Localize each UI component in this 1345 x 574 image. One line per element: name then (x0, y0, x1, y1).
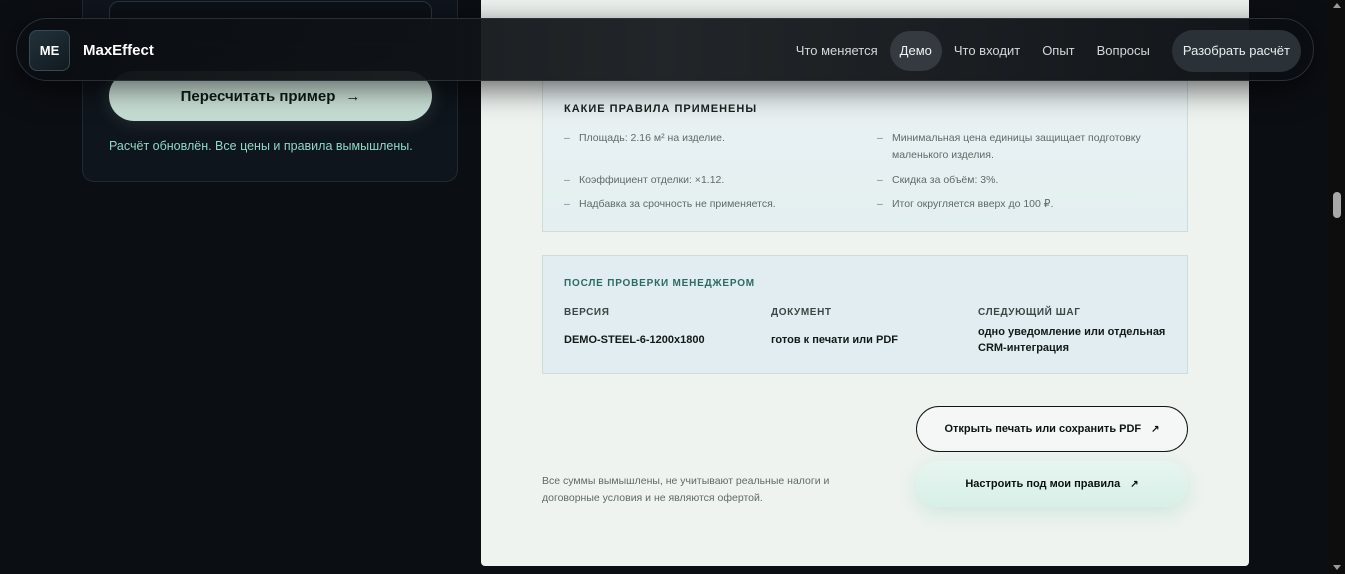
page-scrollbar[interactable] (1329, 0, 1345, 574)
version-column-head: ВЕРСИЯ (564, 307, 610, 318)
nav-link-demo[interactable]: Демо (889, 30, 942, 71)
manager-review-box: ПОСЛЕ ПРОВЕРКИ МЕНЕДЖЕРОМ ВЕРСИЯ ДОКУМЕН… (542, 255, 1188, 374)
customize-rules-button[interactable]: Настроить под мои правила ↗ (916, 461, 1188, 507)
dash-icon: – (877, 198, 883, 210)
disclaimer-text: Все суммы вымышлены, не учитывают реальн… (542, 475, 830, 504)
rule-item: – Скидка за объём: 3%. (877, 172, 1167, 189)
dash-icon: – (564, 174, 570, 186)
nav-link-included[interactable]: Что входит (944, 31, 1030, 71)
dash-icon: – (564, 198, 570, 210)
next-step-column-head: СЛЕДУЮЩИЙ ШАГ (978, 307, 1081, 318)
estimate-document: КАКИЕ ПРАВИЛА ПРИМЕНЕНЫ – Площадь: 2.16 … (481, 0, 1249, 566)
nav-link-faq[interactable]: Вопросы (1087, 31, 1160, 71)
applied-rules-box: КАКИЕ ПРАВИЛА ПРИМЕНЕНЫ – Площадь: 2.16 … (542, 78, 1188, 232)
dash-icon: – (877, 174, 883, 186)
print-button-label: Открыть печать или сохранить PDF (944, 423, 1142, 435)
customize-button-label: Настроить под мои правила (965, 478, 1121, 490)
recalculate-button-label: Пересчитать пример (180, 87, 336, 105)
logo-mark[interactable]: ME (29, 30, 70, 71)
scroll-down-arrow-icon[interactable] (1333, 565, 1341, 570)
external-link-icon: ↗ (1130, 478, 1139, 490)
version-value: DEMO-STEEL-6-1200x1800 (564, 334, 705, 346)
nav-link-changes[interactable]: Что меняется (786, 31, 888, 71)
external-link-icon: ↗ (1151, 423, 1160, 435)
top-navbar: ME MaxEffect Что меняется Демо Что входи… (16, 18, 1314, 81)
nav-links: Что меняется Демо Что входит Опыт Вопрос… (786, 19, 1313, 82)
analyze-calculation-button[interactable]: Разобрать расчёт (1171, 29, 1301, 72)
rule-item: – Надбавка за срочность не применяется. (564, 196, 864, 213)
rule-item: – Итог округляется вверх до 100 ₽. (877, 196, 1167, 213)
arrow-right-icon: → (345, 87, 361, 105)
rule-item: – Минимальная цена единицы защищает подг… (877, 130, 1167, 164)
rule-item: – Коэффициент отделки: ×1.12. (564, 172, 864, 189)
nav-link-experience[interactable]: Опыт (1032, 31, 1084, 71)
rule-item: – Площадь: 2.16 м² на изделие. (564, 130, 864, 147)
scroll-up-arrow-icon[interactable] (1333, 3, 1341, 8)
dash-icon: – (564, 132, 570, 144)
document-value: готов к печати или PDF (771, 334, 898, 346)
brand-name[interactable]: MaxEffect (83, 42, 154, 59)
scrollbar-thumb[interactable] (1333, 192, 1341, 218)
calculation-status-text: Расчёт обновлён. Все цены и правила вымы… (109, 139, 413, 153)
document-column-head: ДОКУМЕНТ (771, 307, 832, 318)
applied-rules-title: КАКИЕ ПРАВИЛА ПРИМЕНЕНЫ (564, 103, 758, 115)
next-step-value: одно уведомление или отдельная CRM-интег… (978, 326, 1166, 354)
dash-icon: – (877, 132, 883, 144)
manager-review-title: ПОСЛЕ ПРОВЕРКИ МЕНЕДЖЕРОМ (564, 278, 755, 289)
print-or-save-pdf-button[interactable]: Открыть печать или сохранить PDF ↗ (916, 406, 1188, 452)
